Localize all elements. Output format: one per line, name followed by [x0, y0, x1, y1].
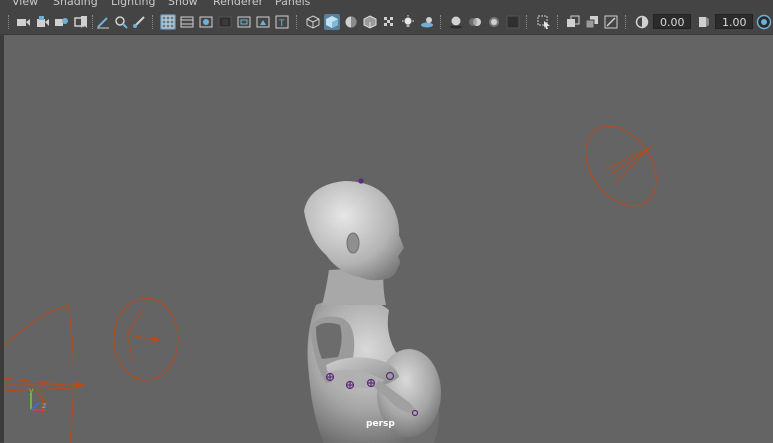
- viewport-scene: y z: [4, 113, 671, 443]
- toolbar-separator: [625, 15, 627, 29]
- default-material-icon[interactable]: [343, 14, 359, 30]
- two-d-pan-zoom-icon[interactable]: [113, 14, 129, 30]
- textured-icon[interactable]: [381, 14, 397, 30]
- toolbar-separator: [440, 15, 442, 29]
- spot-light-right[interactable]: [571, 113, 671, 219]
- toolbar-separator: [92, 15, 94, 29]
- menu-view[interactable]: View: [12, 0, 38, 8]
- color-management-icon[interactable]: [756, 14, 772, 30]
- exposure-field[interactable]: 0.00: [653, 14, 691, 29]
- multisample-aa-icon[interactable]: [486, 14, 502, 30]
- grid-icon[interactable]: [160, 14, 176, 30]
- panel-toolbar: T 0.00 1.00: [0, 10, 773, 34]
- wireframe-on-shaded-icon[interactable]: [362, 14, 378, 30]
- film-gate-icon[interactable]: [179, 14, 195, 30]
- axis-z-label: z: [42, 401, 46, 410]
- menu-panels[interactable]: Panels: [275, 0, 310, 8]
- field-chart-icon[interactable]: [236, 14, 252, 30]
- bookmark-icon[interactable]: [76, 14, 92, 30]
- menu-renderer[interactable]: Renderer: [213, 0, 263, 8]
- menu-show[interactable]: Show: [168, 0, 198, 8]
- toolbar-separator: [296, 15, 298, 29]
- spot-light-middle[interactable]: [113, 297, 179, 381]
- xray-icon[interactable]: [565, 14, 581, 30]
- shadows-icon[interactable]: [419, 14, 435, 30]
- smooth-shade-icon[interactable]: [324, 14, 340, 30]
- toolbar-separator: [8, 15, 10, 29]
- safe-title-icon[interactable]: T: [274, 14, 290, 30]
- toolbar-separator: [152, 15, 154, 29]
- character-mesh[interactable]: [304, 181, 441, 443]
- use-all-lights-icon[interactable]: [400, 14, 416, 30]
- menu-shading[interactable]: Shading: [53, 0, 98, 8]
- screen-space-ao-icon[interactable]: [448, 14, 464, 30]
- pencil-icon[interactable]: [131, 14, 147, 30]
- depth-of-field-icon[interactable]: [505, 14, 521, 30]
- select-camera-icon[interactable]: [15, 14, 31, 30]
- wireframe-icon[interactable]: [305, 14, 321, 30]
- gamma-field[interactable]: 1.00: [715, 14, 753, 29]
- exposure-icon[interactable]: [634, 14, 650, 30]
- menu-lighting[interactable]: Lighting: [111, 0, 155, 8]
- bookmarks-camera-icon[interactable]: [53, 14, 69, 30]
- gamma-icon[interactable]: [696, 14, 712, 30]
- grease-pencil-icon[interactable]: [95, 14, 111, 30]
- camera-attributes-icon[interactable]: [34, 14, 50, 30]
- toolbar-separator: [526, 15, 528, 29]
- motion-blur-icon[interactable]: [467, 14, 483, 30]
- safe-action-icon[interactable]: [255, 14, 271, 30]
- gate-mask-icon[interactable]: [217, 14, 233, 30]
- isolate-select-icon[interactable]: [536, 14, 552, 30]
- spot-light-left[interactable]: [4, 304, 86, 443]
- xray-active-icon[interactable]: [603, 14, 619, 30]
- resolution-gate-icon[interactable]: [198, 14, 214, 30]
- svg-text:T: T: [278, 19, 285, 29]
- xray-joints-icon[interactable]: [584, 14, 600, 30]
- axis-y-label: y: [29, 386, 34, 395]
- panel-menubar: View Shading Lighting Show Renderer Pane…: [0, 0, 773, 10]
- toolbar-separator: [557, 15, 559, 29]
- perspective-viewport[interactable]: y z persp: [4, 34, 773, 443]
- camera-name-label: persp: [366, 419, 395, 429]
